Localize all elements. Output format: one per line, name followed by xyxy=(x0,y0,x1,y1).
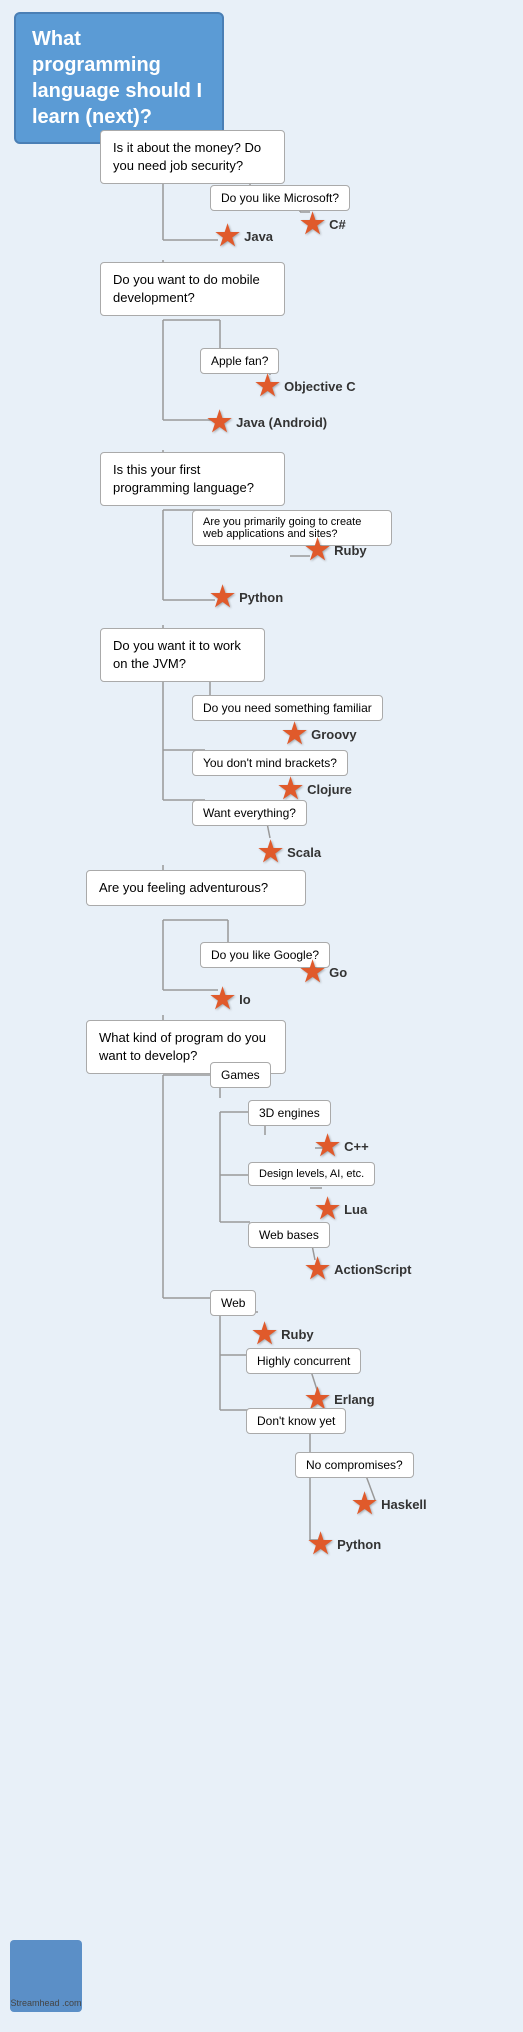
language-ruby-1: ★ Ruby xyxy=(305,536,367,564)
star-icon: ★ xyxy=(207,408,232,436)
subq-dontknow: Don't know yet xyxy=(246,1408,346,1434)
subq-3d: 3D engines xyxy=(248,1100,331,1126)
language-lua: ★ Lua xyxy=(315,1195,367,1223)
language-actionscript: ★ ActionScript xyxy=(305,1255,411,1283)
star-icon: ★ xyxy=(315,1132,340,1160)
title-box: What programming language should I learn… xyxy=(14,12,224,144)
question-2: Do you want to do mobile development? xyxy=(100,262,285,316)
star-icon: ★ xyxy=(300,958,325,986)
language-ruby-2: ★ Ruby xyxy=(252,1320,314,1348)
star-icon: ★ xyxy=(215,222,240,250)
subq-microsoft: Do you like Microsoft? xyxy=(210,185,350,211)
language-go: ★ Go xyxy=(300,958,347,986)
star-icon: ★ xyxy=(258,838,283,866)
subq-brackets: You don't mind brackets? xyxy=(192,750,348,776)
language-python-2: ★ Python xyxy=(308,1530,381,1558)
language-clojure: ★ Clojure xyxy=(278,775,352,803)
star-icon: ★ xyxy=(255,372,280,400)
star-icon: ★ xyxy=(305,536,330,564)
question-4: Do you want it to work on the JVM? xyxy=(100,628,265,682)
question-5: Are you feeling adventurous? xyxy=(86,870,306,906)
page-title: What programming language should I learn… xyxy=(32,26,206,130)
subq-games: Games xyxy=(210,1062,271,1088)
language-cpp: ★ C++ xyxy=(315,1132,369,1160)
question-3: Is this your first programming language? xyxy=(100,452,285,506)
star-icon: ★ xyxy=(308,1530,333,1558)
star-icon: ★ xyxy=(252,1320,277,1348)
subq-design: Design levels, AI, etc. xyxy=(248,1162,375,1186)
language-objc: ★ Objective C xyxy=(255,372,356,400)
subq-web: Web xyxy=(210,1290,256,1316)
language-java: ★ Java xyxy=(215,222,273,250)
language-java-android: ★ Java (Android) xyxy=(207,408,327,436)
language-groovy: ★ Groovy xyxy=(282,720,357,748)
language-io: ★ Io xyxy=(210,985,251,1013)
subq-concurrent: Highly concurrent xyxy=(246,1348,361,1374)
language-scala: ★ Scala xyxy=(258,838,321,866)
star-icon: ★ xyxy=(210,583,235,611)
star-icon: ★ xyxy=(352,1490,377,1518)
subq-everything: Want everything? xyxy=(192,800,307,826)
subq-nocomp: No compromises? xyxy=(295,1452,414,1478)
star-icon: ★ xyxy=(282,720,307,748)
star-icon: ★ xyxy=(278,775,303,803)
language-csharp: ★ C# xyxy=(300,210,346,238)
streamhead-label: Streamhead .com xyxy=(10,1998,82,2008)
star-icon: ★ xyxy=(315,1195,340,1223)
question-1: Is it about the money? Do you need job s… xyxy=(100,130,285,184)
star-icon: ★ xyxy=(305,1255,330,1283)
subq-webbases: Web bases xyxy=(248,1222,330,1248)
star-icon: ★ xyxy=(210,985,235,1013)
language-python-1: ★ Python xyxy=(210,583,283,611)
star-icon: ★ xyxy=(300,210,325,238)
language-haskell: ★ Haskell xyxy=(352,1490,427,1518)
